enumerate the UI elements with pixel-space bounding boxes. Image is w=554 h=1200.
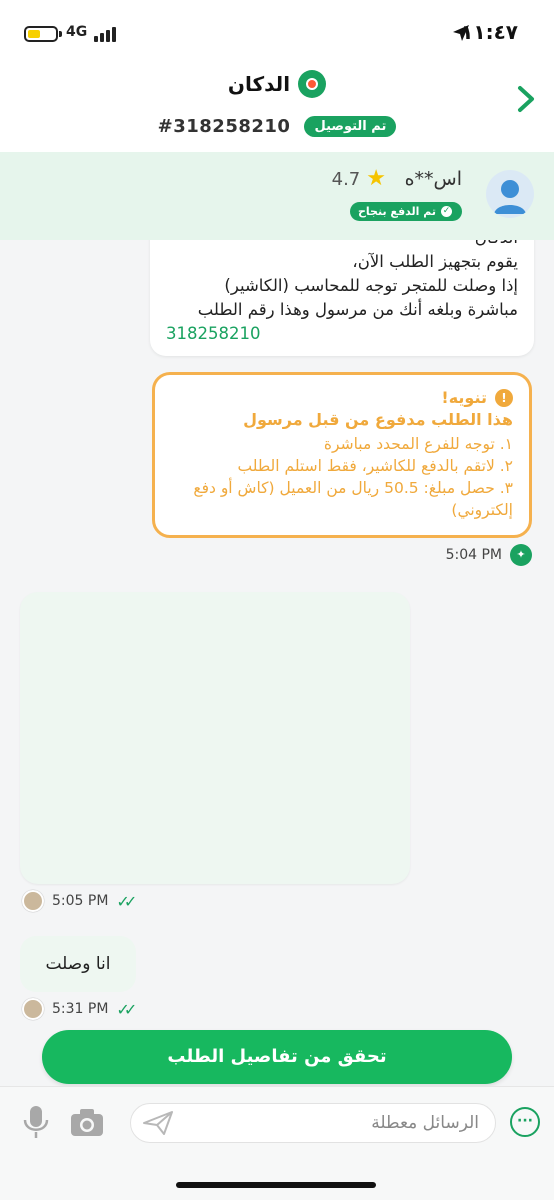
message-input[interactable]: الرسائل معطلة <box>130 1103 496 1143</box>
camera-icon[interactable] <box>70 1107 104 1137</box>
order-reference-link[interactable]: 318258210 <box>166 322 518 346</box>
battery-tip <box>59 31 62 37</box>
user-mini-avatar <box>22 890 44 912</box>
notice-subtitle: هذا الطلب مدفوع من قبل مرسول <box>243 410 513 429</box>
signal-bars-icon <box>94 26 120 42</box>
battery-icon <box>24 26 58 42</box>
chat-header: الدكان #318258210 تم التوصيل <box>0 62 554 152</box>
timestamp: 5:05 PM <box>52 893 109 909</box>
courier-panel: اس**ه 4.7 ★ تم الدفع بنجاح ✓ <box>0 152 554 240</box>
status-time: ١١:٤٧ <box>461 20 518 44</box>
courier-rating: 4.7 ★ <box>332 168 386 190</box>
message-line: يقوم بتجهيز الطلب الآن، <box>352 252 518 271</box>
home-indicator <box>176 1182 376 1188</box>
network-type: 4G <box>66 24 88 40</box>
user-mini-avatar <box>22 998 44 1020</box>
delivery-status-badge: تم التوصيل <box>304 116 397 137</box>
store-logo-icon <box>298 70 327 98</box>
star-icon: ★ <box>366 166 386 191</box>
store-mini-avatar-icon: ✦ <box>510 544 532 566</box>
double-check-icon: ✓✓ <box>116 891 137 911</box>
payment-status-badge: تم الدفع بنجاح ✓ <box>350 202 462 221</box>
notice-item: ٣. حصل مبلغ: 50.5 ريال من العميل (كاش أو… <box>193 479 513 519</box>
send-icon[interactable] <box>142 1109 174 1137</box>
store-name: الدكان <box>227 72 291 96</box>
payment-status-label: تم الدفع بنجاح <box>358 205 436 218</box>
check-icon: ✓ <box>441 206 452 217</box>
timestamp: 5:31 PM <box>52 1001 109 1017</box>
rating-value: 4.7 <box>331 168 361 190</box>
message-line: إذا وصلت للمتجر توجه للمحاسب (الكاشير) <box>224 276 518 295</box>
double-check-icon: ✓✓ <box>116 999 137 1019</box>
notice-message-bubble: ! تنويه! هذا الطلب مدفوع من قبل مرسول ١.… <box>152 372 532 538</box>
status-bar: 4G ١١:٤٧ <box>0 0 554 62</box>
timestamp: 5:04 PM <box>445 547 502 563</box>
alert-icon: ! <box>495 389 513 407</box>
notice-item: ٢. لاتقم بالدفع للكاشير، فقط استلم الطلب <box>237 457 513 475</box>
back-chevron-icon[interactable] <box>514 84 538 114</box>
notice-title: تنويه! <box>441 388 487 407</box>
notice-timestamp-row: 5:04 PM ✦ <box>446 544 532 566</box>
courier-avatar[interactable] <box>486 170 534 218</box>
notice-item: ١. توجه للفرع المحدد مباشرة <box>323 435 513 453</box>
message-line: مباشرة وبلغه أنك من مرسول وهذا رقم الطلب <box>197 300 518 319</box>
user-silhouette-icon <box>494 180 526 214</box>
store-message-bubble: الدكان يقوم بتجهيز الطلب الآن، إذا وصلت … <box>150 222 534 356</box>
order-number: #318258210 <box>157 116 291 137</box>
image-timestamp-row: 5:05 PM ✓✓ <box>22 890 137 912</box>
image-message-bubble[interactable] <box>20 592 410 884</box>
more-options-icon[interactable]: ··· <box>510 1107 540 1137</box>
text-message-bubble: انا وصلت <box>20 936 136 992</box>
text-timestamp-row: 5:31 PM ✓✓ <box>22 998 137 1020</box>
microphone-icon[interactable] <box>22 1105 50 1139</box>
courier-name: اس**ه <box>404 168 462 190</box>
check-order-details-button[interactable]: تحقق من تفاصيل الطلب <box>42 1030 512 1084</box>
